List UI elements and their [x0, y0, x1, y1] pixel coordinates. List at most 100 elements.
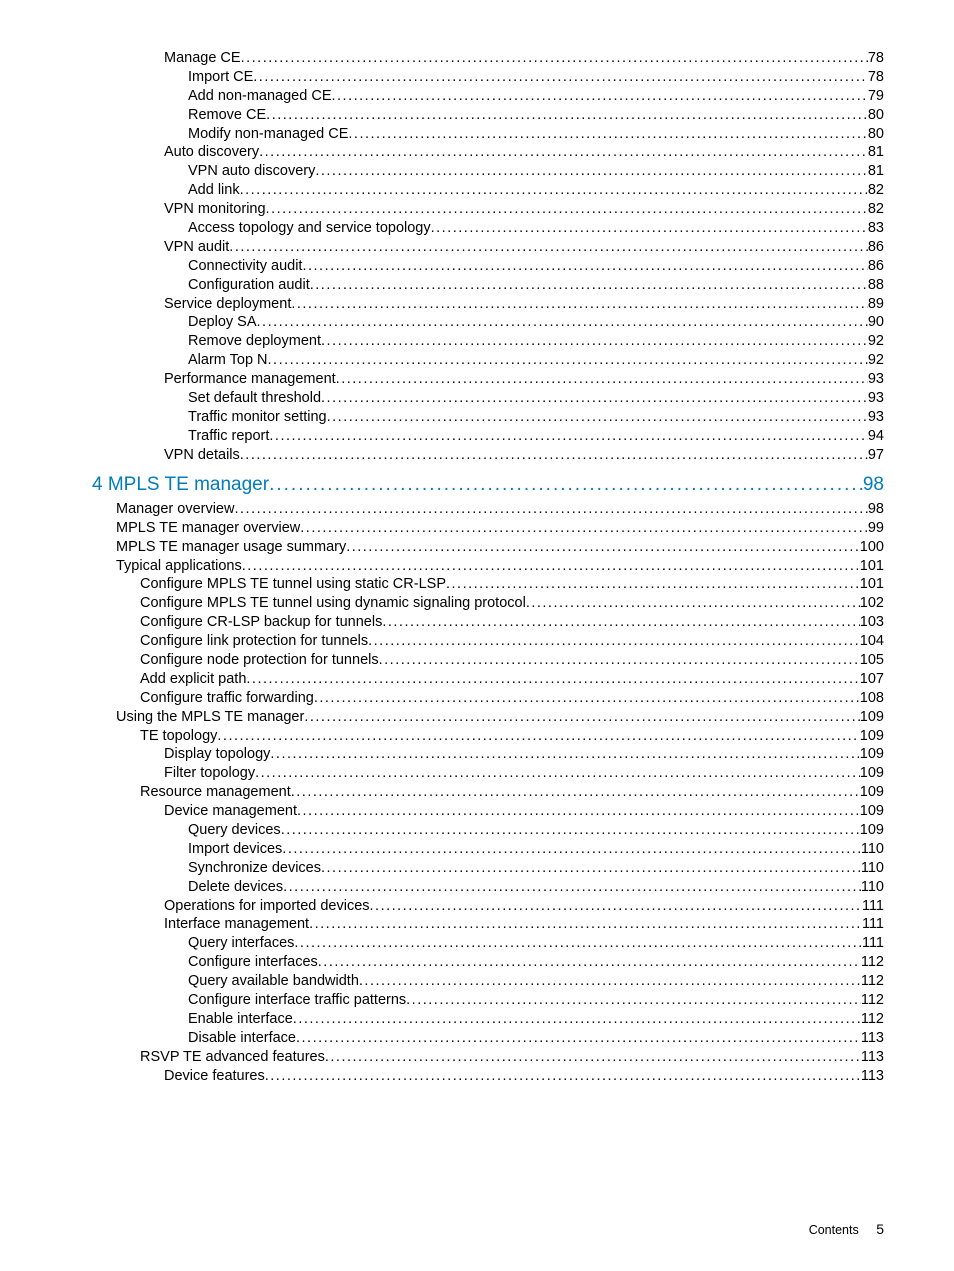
toc-entry-title: Manager overview [116, 501, 234, 518]
toc-entry[interactable]: Add explicit path107 [92, 671, 884, 688]
toc-leader-dots [379, 652, 860, 669]
toc-entry-page: 83 [868, 220, 884, 237]
toc-entry[interactable]: Configuration audit88 [92, 277, 884, 294]
toc-entry-page: 89 [868, 296, 884, 313]
toc-entry[interactable]: Configure CR-LSP backup for tunnels103 [92, 614, 884, 631]
toc-entry-title: Configure link protection for tunnels [140, 633, 368, 650]
toc-entry-title: Remove CE [188, 107, 266, 124]
toc-leader-dots [526, 595, 860, 612]
toc-entry[interactable]: MPLS TE manager usage summary100 [92, 539, 884, 556]
toc-entry[interactable]: Remove CE80 [92, 107, 884, 124]
toc-entry[interactable]: Traffic report94 [92, 428, 884, 445]
toc-entry-page: 110 [861, 841, 884, 858]
toc-entry[interactable]: Import CE78 [92, 69, 884, 86]
toc-leader-dots [314, 690, 860, 707]
toc-entry[interactable]: Performance management93 [92, 371, 884, 388]
toc-leader-dots [265, 1068, 861, 1085]
toc-entry[interactable]: Interface management111 [92, 916, 884, 933]
toc-entry[interactable]: Query devices109 [92, 822, 884, 839]
toc-entry[interactable]: Display topology109 [92, 746, 884, 763]
toc-leader-dots [321, 333, 868, 350]
toc-leader-dots [255, 765, 860, 782]
toc-entry[interactable]: Using the MPLS TE manager109 [92, 709, 884, 726]
toc-entry-page: 104 [860, 633, 884, 650]
toc-entry[interactable]: RSVP TE advanced features113 [92, 1049, 884, 1066]
toc-entry[interactable]: Query interfaces111 [92, 935, 884, 952]
toc-leader-dots [406, 992, 861, 1009]
toc-leader-dots [241, 50, 868, 67]
toc-entry-page: 109 [860, 765, 884, 782]
toc-entry-page: 113 [861, 1049, 884, 1066]
toc-entry-page: 98 [863, 474, 884, 497]
toc-entry[interactable]: Access topology and service topology83 [92, 220, 884, 237]
toc-entry[interactable]: Import devices 110 [92, 841, 884, 858]
toc-entry-title: Traffic monitor setting [188, 409, 327, 426]
toc-entry-title: Import devices [188, 841, 282, 858]
toc-entry[interactable]: Remove deployment92 [92, 333, 884, 350]
toc-entry-title: Manage CE [164, 50, 241, 67]
toc-leader-dots [291, 784, 860, 801]
toc-entry[interactable]: Configure interface traffic patterns112 [92, 992, 884, 1009]
toc-leader-dots [294, 935, 862, 952]
toc-entry[interactable]: Manage CE78 [92, 50, 884, 67]
toc-entry[interactable]: Configure interfaces112 [92, 954, 884, 971]
toc-entry[interactable]: Synchronize devices110 [92, 860, 884, 877]
toc-entry[interactable]: Typical applications101 [92, 558, 884, 575]
toc-entry[interactable]: Enable interface112 [92, 1011, 884, 1028]
toc-entry-title: Configure interfaces [188, 954, 318, 971]
toc-leader-dots [269, 474, 863, 497]
toc-entry-page: 105 [860, 652, 884, 669]
toc-entry[interactable]: Add non-managed CE79 [92, 88, 884, 105]
toc-entry[interactable]: Disable interface113 [92, 1030, 884, 1047]
toc-entry-page: 111 [862, 935, 884, 952]
toc-leader-dots [242, 558, 860, 575]
toc-entry[interactable]: Device features113 [92, 1068, 884, 1085]
toc-leader-dots [336, 371, 868, 388]
toc-entry-page: 99 [868, 520, 884, 537]
toc-entry[interactable]: Filter topology 109 [92, 765, 884, 782]
toc-entry[interactable]: Manager overview98 [92, 501, 884, 518]
toc-leader-dots [304, 709, 859, 726]
toc-entry[interactable]: Delete devices110 [92, 879, 884, 896]
toc-entry[interactable]: 4 MPLS TE manager98 [92, 474, 884, 497]
toc-entry[interactable]: TE topology109 [92, 728, 884, 745]
toc-entry-title: Filter topology [164, 765, 255, 782]
toc-entry[interactable]: Device management109 [92, 803, 884, 820]
toc-entry[interactable]: Query available bandwidth112 [92, 973, 884, 990]
toc-leader-dots [270, 746, 859, 763]
toc-entry[interactable]: Resource management109 [92, 784, 884, 801]
toc-entry[interactable]: VPN audit86 [92, 239, 884, 256]
toc-entry[interactable]: VPN details97 [92, 447, 884, 464]
toc-entry-page: 109 [860, 728, 884, 745]
toc-entry[interactable]: Service deployment89 [92, 296, 884, 313]
toc-entry-title: Configure traffic forwarding [140, 690, 314, 707]
toc-entry[interactable]: Connectivity audit86 [92, 258, 884, 275]
toc-entry[interactable]: Modify non-managed CE80 [92, 126, 884, 143]
toc-entry[interactable]: Operations for imported devices111 [92, 898, 884, 915]
toc-leader-dots [359, 973, 861, 990]
toc-entry[interactable]: Set default threshold93 [92, 390, 884, 407]
toc-entry[interactable]: Alarm Top N92 [92, 352, 884, 369]
toc-entry-page: 112 [861, 992, 884, 1009]
toc-leader-dots [293, 1011, 861, 1028]
toc-entry[interactable]: Auto discovery81 [92, 144, 884, 161]
toc-entry[interactable]: VPN monitoring82 [92, 201, 884, 218]
toc-entry[interactable]: VPN auto discovery81 [92, 163, 884, 180]
toc-entry-title: Query available bandwidth [188, 973, 359, 990]
toc-entry[interactable]: MPLS TE manager overview99 [92, 520, 884, 537]
toc-entry-page: 88 [868, 277, 884, 294]
toc-entry-title: Set default threshold [188, 390, 321, 407]
toc-entry[interactable]: Deploy SA90 [92, 314, 884, 331]
toc-leader-dots [291, 296, 868, 313]
toc-leader-dots [431, 220, 868, 237]
toc-entry[interactable]: Traffic monitor setting93 [92, 409, 884, 426]
toc-entry[interactable]: Configure MPLS TE tunnel using dynamic s… [92, 595, 884, 612]
toc-entry[interactable]: Configure link protection for tunnels 104 [92, 633, 884, 650]
toc-entry-title: MPLS TE manager usage summary [116, 539, 346, 556]
toc-entry[interactable]: Configure traffic forwarding108 [92, 690, 884, 707]
toc-entry-title: Modify non-managed CE [188, 126, 348, 143]
toc-entry[interactable]: Configure node protection for tunnels105 [92, 652, 884, 669]
toc-entry-page: 109 [860, 803, 884, 820]
toc-entry[interactable]: Add link82 [92, 182, 884, 199]
toc-entry[interactable]: Configure MPLS TE tunnel using static CR… [92, 576, 884, 593]
